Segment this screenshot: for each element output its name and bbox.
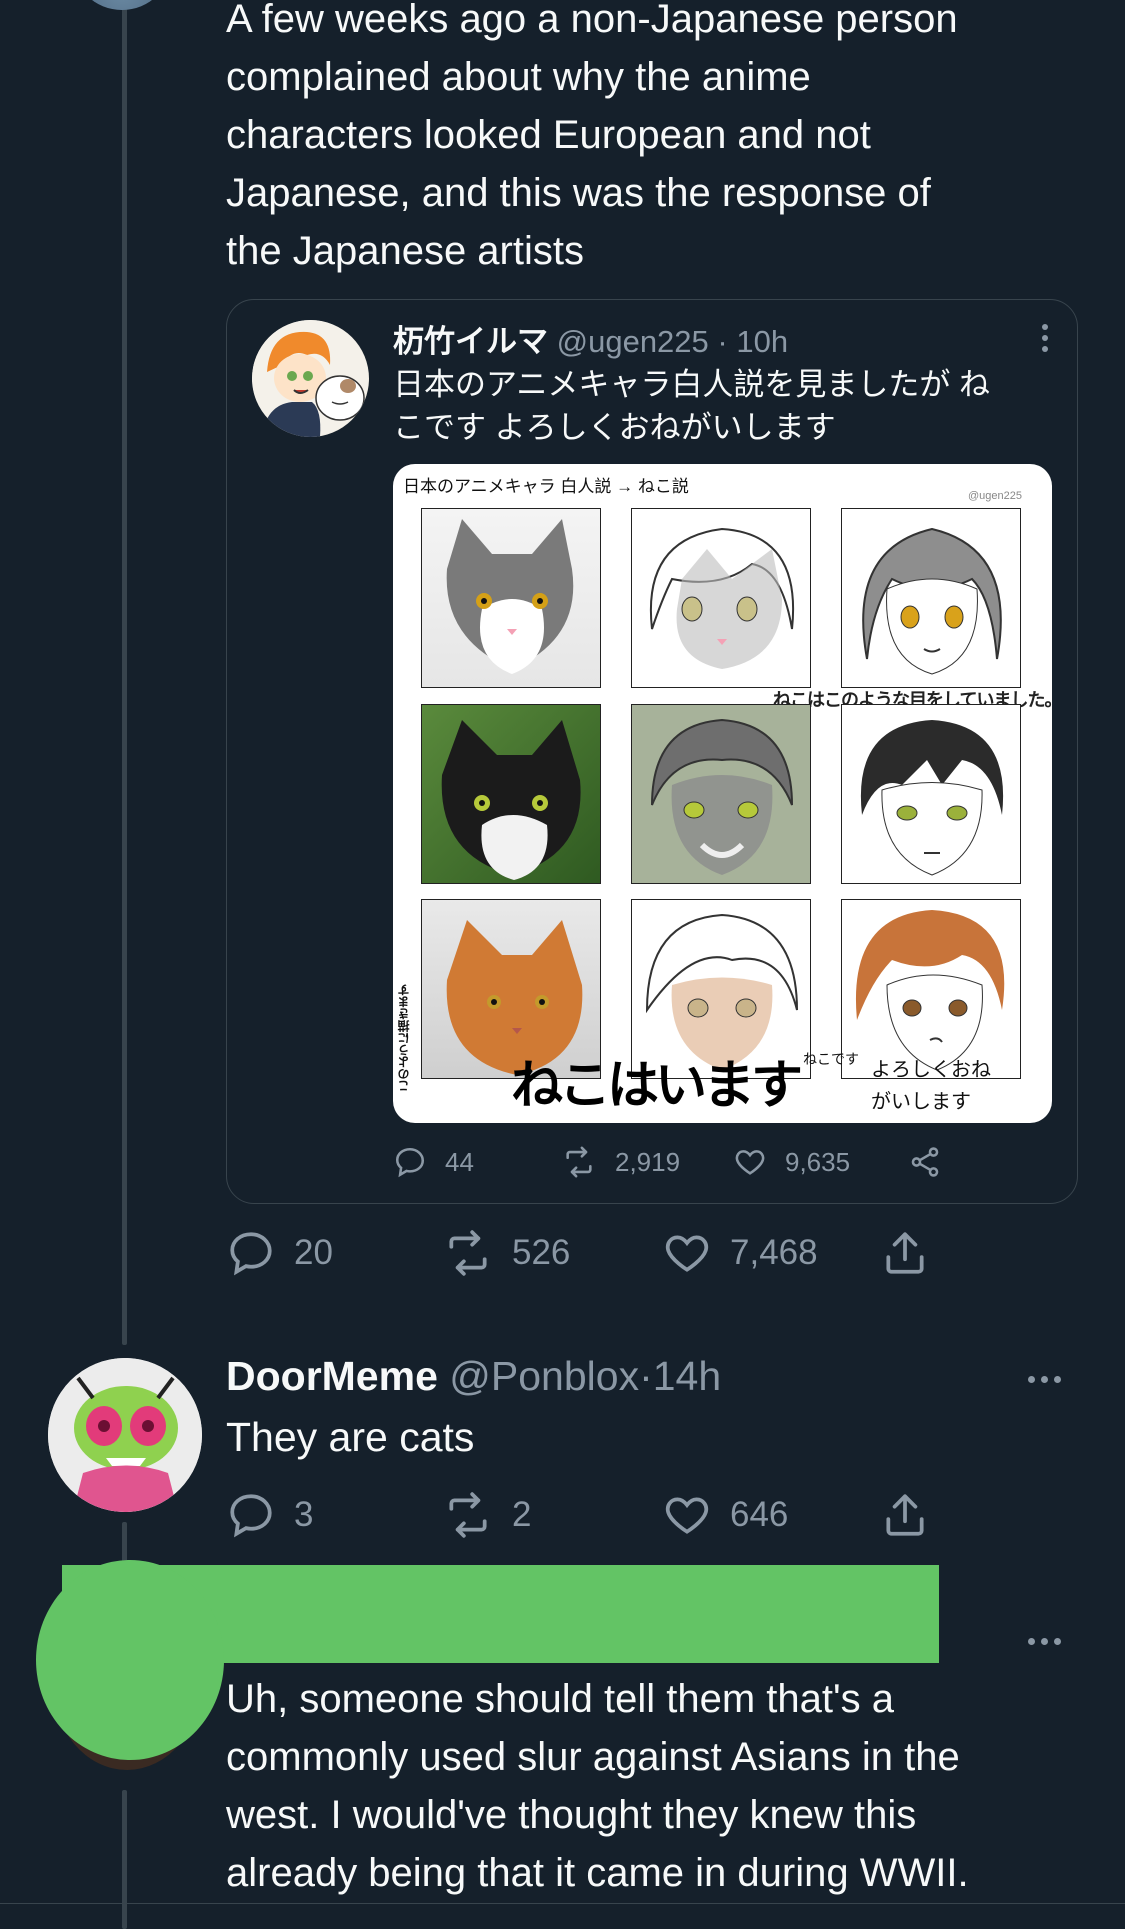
anime-drawing-orange-hair — [841, 899, 1021, 1079]
quote-header: 杤竹イルマ @ugen225 · 10h — [393, 322, 788, 362]
quote-actions: 44 2,919 9,635 — [393, 1145, 953, 1185]
reply-like-count: 646 — [730, 1495, 789, 1534]
anime-drawing-girl — [841, 508, 1021, 688]
reply-icon — [395, 1147, 425, 1178]
tweet-text-line: A few weeks ago a non-Japanese person — [226, 0, 958, 41]
upload-share-icon — [886, 1232, 924, 1274]
heart-icon — [735, 1150, 765, 1175]
tweet-text-line: the Japanese artists — [226, 229, 584, 273]
separator-dot: · — [717, 324, 728, 359]
reply-reply-button[interactable]: 3 — [226, 1490, 313, 1540]
image-small-text-line: よろしくおね — [871, 1059, 991, 1081]
quote-share-button[interactable] — [908, 1145, 942, 1179]
tweet-text-line: complained about why the anime — [226, 55, 811, 99]
quote-like-button[interactable]: 9,635 — [733, 1145, 850, 1179]
quote-like-count: 9,635 — [785, 1146, 851, 1177]
anime-drawing-dark — [631, 704, 811, 884]
reply-retweet-count: 2 — [512, 1495, 532, 1534]
retweet-icon — [566, 1146, 592, 1178]
reply-share-button[interactable] — [880, 1490, 930, 1540]
quote-reply-count: 44 — [445, 1146, 474, 1177]
quote-reply-button[interactable]: 44 — [393, 1145, 474, 1179]
quote-author-handle[interactable]: @ugen225 — [557, 324, 709, 359]
reply-text-line: west. I would've thought they knew this — [226, 1793, 917, 1837]
reply-author-name[interactable]: DoorMeme — [226, 1353, 438, 1399]
reply-icon — [230, 1494, 272, 1538]
retweet-icon — [449, 1492, 487, 1538]
reply-text-line: Uh, someone should tell them that's a — [226, 1677, 895, 1721]
avatar-illustration-icon — [252, 320, 368, 437]
bottom-divider — [0, 1903, 1125, 1904]
heart-icon — [665, 1235, 709, 1272]
reply-text: They are cats — [226, 1414, 475, 1460]
quote-text-line: 日本のアニメキャラ白人説を見ましたが ね — [393, 367, 990, 402]
more-options-icon[interactable] — [1028, 1370, 1067, 1388]
reply-timestamp[interactable]: 14h — [653, 1353, 721, 1399]
quote-text-line: こです よろしくおねがいします — [393, 410, 836, 445]
image-small-text: よろしくおね がいします — [859, 1054, 991, 1118]
share-button[interactable] — [880, 1228, 930, 1278]
anime-drawing-light — [631, 899, 811, 1079]
image-header-text: 日本のアニメキャラ 白人説 → ねこ説 — [403, 477, 689, 496]
quote-avatar[interactable] — [252, 320, 369, 437]
quote-retweet-button[interactable]: 2,919 — [561, 1145, 680, 1179]
tweet-text: A few weeks ago a non-Japanese person co… — [226, 0, 1086, 280]
cat-photo-gray — [421, 508, 601, 688]
image-watermark: @ugen225 — [968, 490, 1022, 502]
reply-button[interactable]: 20 — [226, 1228, 333, 1278]
reply-like-button[interactable]: 646 — [662, 1490, 788, 1540]
avatar-plush-icon — [48, 1358, 202, 1512]
image-side-text: このように描きます — [397, 984, 411, 1092]
separator-dot: · — [639, 1353, 653, 1399]
quote-retweet-count: 2,919 — [615, 1146, 681, 1177]
tweet-text-line: characters looked European and not — [226, 113, 871, 157]
cat-photo-black — [421, 704, 601, 884]
quote-image[interactable]: 日本のアニメキャラ 白人説 → ねこ説 @ugen225 ねこはこのような目をし… — [393, 464, 1052, 1123]
cat-photo-orange — [421, 899, 601, 1079]
anime-drawing-boy — [841, 704, 1021, 884]
reply-text-line: commonly used slur against Asians in the — [226, 1735, 960, 1779]
reply-text: Uh, someone should tell them that's a co… — [226, 1670, 1106, 1902]
quote-tweet-card[interactable]: 杤竹イルマ @ugen225 · 10h 日本のアニメキャラ白人説を見ましたが … — [226, 299, 1078, 1204]
reply-avatar[interactable] — [48, 1358, 202, 1512]
thread-line — [122, 1522, 127, 1564]
image-big-text: ねこはいます — [511, 1057, 803, 1115]
reply-icon — [230, 1232, 272, 1276]
reply-retweet-button[interactable]: 2 — [442, 1490, 531, 1540]
avatar[interactable] — [72, 0, 172, 10]
redacted-avatar — [36, 1560, 224, 1760]
reply-text-line: already being that it came in during WWI… — [226, 1851, 969, 1895]
retweet-icon — [449, 1230, 487, 1276]
tweet-actions: 20 526 7,468 — [226, 1228, 946, 1280]
quote-author-name[interactable]: 杤竹イルマ — [393, 324, 548, 359]
reply-reply-count: 3 — [294, 1495, 314, 1534]
upload-share-icon — [886, 1494, 924, 1536]
quote-timestamp[interactable]: 10h — [736, 324, 788, 359]
reply-header: DoorMeme @Ponblox·14h — [226, 1350, 721, 1402]
image-small-text-line: がいします — [871, 1091, 971, 1113]
thread-line — [122, 0, 127, 1345]
like-count: 7,468 — [730, 1233, 818, 1272]
reply-author-handle[interactable]: @Ponblox — [449, 1353, 639, 1399]
retweet-count: 526 — [512, 1233, 571, 1272]
anime-drawing-gray — [631, 508, 811, 688]
reply-actions: 3 2 646 — [226, 1490, 946, 1542]
thread-line — [122, 1790, 127, 1929]
quote-text: 日本のアニメキャラ白人説を見ましたが ね こです よろしくおねがいします — [393, 363, 990, 449]
retweet-button[interactable]: 526 — [442, 1228, 570, 1278]
more-options-icon[interactable] — [1042, 324, 1050, 352]
tweet-text-line: Japanese, and this was the response of — [226, 171, 931, 215]
reply-count: 20 — [294, 1233, 333, 1272]
share-icon — [911, 1147, 939, 1177]
more-options-icon[interactable] — [1028, 1632, 1067, 1650]
heart-icon — [665, 1497, 709, 1534]
like-button[interactable]: 7,468 — [662, 1228, 818, 1278]
image-small-prefix: ねこです — [803, 1051, 859, 1067]
